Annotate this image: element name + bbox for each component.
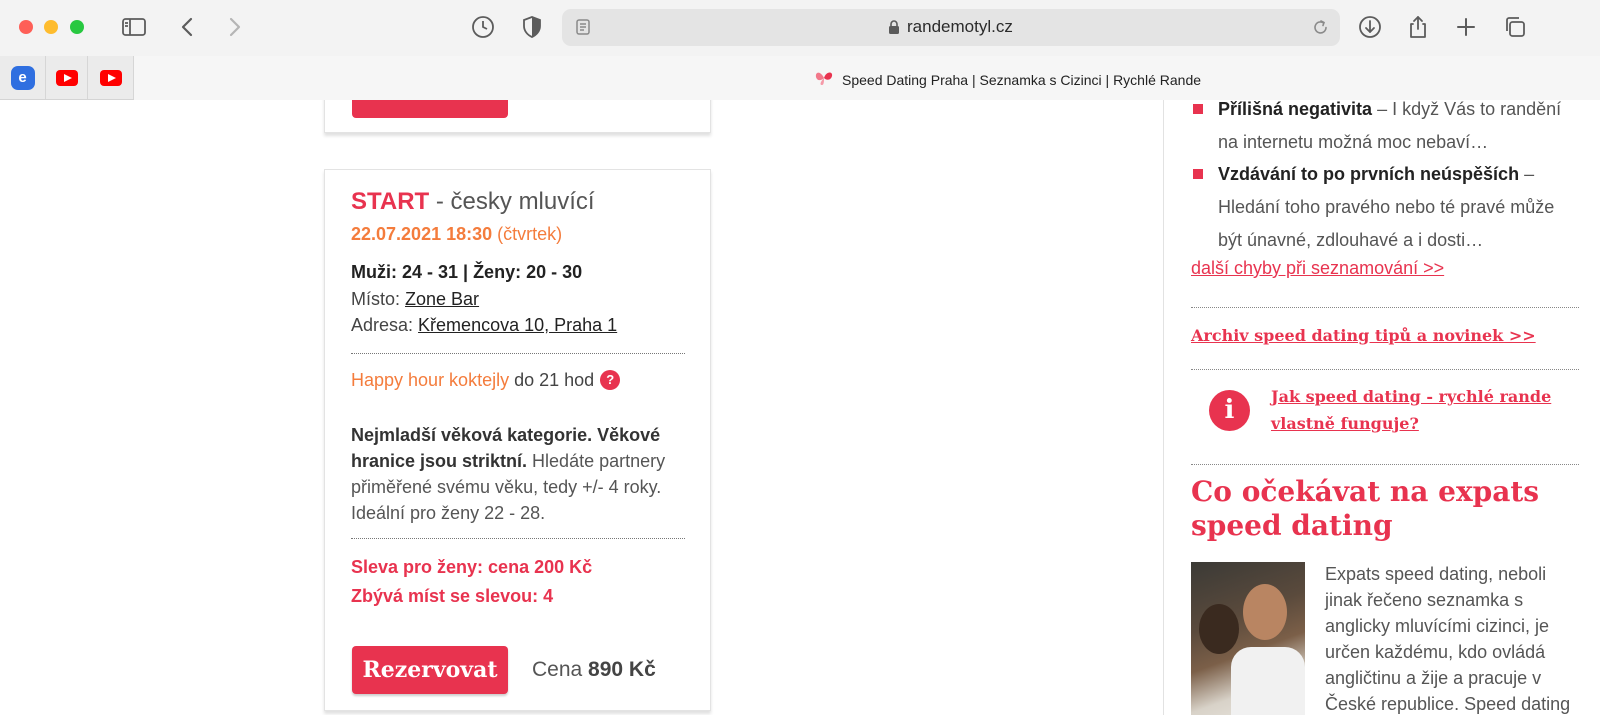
downloads-icon[interactable] bbox=[1357, 14, 1383, 40]
youtube-icon bbox=[99, 69, 122, 86]
back-icon[interactable] bbox=[175, 14, 201, 40]
archive-link[interactable]: Archiv speed dating tipů a novinek >> bbox=[1191, 322, 1536, 349]
venue-link[interactable]: Zone Bar bbox=[405, 289, 479, 309]
share-icon[interactable] bbox=[1405, 14, 1431, 40]
happy-hour-info: Happy hour koktejly do 21 hod? bbox=[351, 370, 621, 391]
divider bbox=[351, 353, 685, 354]
mistake-title: Přílišná negativita bbox=[1218, 100, 1373, 119]
event-date: 22.07.2021 18:30 (čtvrtek) bbox=[351, 224, 562, 245]
previous-reserve-button[interactable] bbox=[352, 100, 508, 118]
bullet-square-icon bbox=[1193, 104, 1203, 114]
discount-spots-left: Zbývá míst se slevou: 4 bbox=[351, 586, 554, 606]
divider bbox=[1191, 307, 1579, 308]
sidebar-separator bbox=[1163, 100, 1164, 715]
event-title-start: START bbox=[351, 188, 430, 215]
happy-hour-link[interactable]: Happy hour koktejly bbox=[351, 370, 509, 390]
address-bar[interactable]: randemotyl.cz bbox=[562, 9, 1340, 46]
how-it-works-link[interactable]: Jak speed dating - rychlé rande vlastně … bbox=[1271, 383, 1571, 437]
price-label: Cena bbox=[532, 658, 589, 681]
new-tab-icon[interactable] bbox=[1453, 14, 1479, 40]
event-address: Adresa: Křemencova 10, Praha 1 bbox=[351, 315, 617, 336]
event-age-ranges: Muži: 24 - 31 | Ženy: 20 - 30 bbox=[351, 262, 583, 282]
privacy-shield-icon[interactable] bbox=[519, 14, 545, 40]
event-venue: Místo: Zone Bar bbox=[351, 289, 479, 310]
tab-bar: e Speed Dating Praha | Seznamka s Cizinc… bbox=[0, 56, 1600, 100]
url-text: randemotyl.cz bbox=[907, 17, 1013, 36]
address-link[interactable]: Křemencova 10, Praha 1 bbox=[418, 315, 617, 335]
info-icon: i bbox=[1209, 390, 1250, 431]
venue-label: Místo: bbox=[351, 289, 406, 309]
event-description: Nejmladší věková kategorie. Věkové hrani… bbox=[351, 422, 696, 526]
lock-icon bbox=[887, 19, 901, 35]
reader-mode-icon[interactable] bbox=[574, 18, 592, 36]
women-discount: Sleva pro ženy: cena 200 Kč bbox=[351, 557, 593, 577]
pinned-tab-elephant[interactable]: e bbox=[0, 56, 46, 99]
event-card: START - česky mluvící 22.07.2021 18:30 (… bbox=[324, 169, 711, 711]
previous-event-card bbox=[324, 100, 711, 133]
divider bbox=[1191, 369, 1579, 370]
happy-hour-time: do 21 hod bbox=[509, 370, 595, 390]
bullet-square-icon bbox=[1193, 169, 1203, 179]
expats-heading: Co očekávat na expats speed dating bbox=[1191, 475, 1540, 542]
zoom-window-button[interactable] bbox=[70, 20, 84, 34]
tab-overview-icon[interactable] bbox=[1502, 14, 1528, 40]
pinned-tab-youtube-1[interactable] bbox=[46, 56, 88, 99]
event-title: START - česky mluvící bbox=[351, 188, 595, 216]
history-clock-icon[interactable] bbox=[470, 14, 496, 40]
event-weekday: (čtvrtek) bbox=[497, 224, 563, 244]
help-question-icon[interactable]: ? bbox=[600, 370, 621, 390]
more-mistakes-link[interactable]: další chyby při seznamování >> bbox=[1191, 258, 1444, 279]
active-tab[interactable]: Speed Dating Praha | Seznamka s Cizinci … bbox=[134, 56, 1600, 100]
address-label: Adresa: bbox=[351, 315, 419, 335]
expats-paragraph: Expats speed dating, neboli jinak řečeno… bbox=[1325, 564, 1571, 714]
mistake-title: Vzdávání to po prvních neúspěších bbox=[1218, 164, 1520, 184]
price-value: 890 Kč bbox=[588, 658, 656, 681]
event-datetime: 22.07.2021 18:30 bbox=[351, 224, 493, 244]
event-title-language: - česky mluvící bbox=[429, 188, 595, 215]
active-tab-title: Speed Dating Praha | Seznamka s Cizinci … bbox=[842, 72, 1202, 88]
forward-icon[interactable] bbox=[221, 14, 247, 40]
youtube-icon bbox=[55, 69, 78, 86]
event-price: Cena 890 Kč bbox=[532, 658, 656, 682]
pinned-tab-youtube-2[interactable] bbox=[88, 56, 134, 99]
minimize-window-button[interactable] bbox=[44, 20, 58, 34]
close-window-button[interactable] bbox=[19, 20, 33, 34]
couple-photo bbox=[1191, 562, 1305, 715]
divider bbox=[351, 538, 685, 539]
web-page: START - česky mluvící 22.07.2021 18:30 (… bbox=[0, 100, 1600, 715]
reserve-button[interactable]: Rezervovat bbox=[352, 646, 508, 694]
divider bbox=[1191, 464, 1579, 465]
reload-icon[interactable] bbox=[1311, 18, 1330, 37]
elephant-app-icon: e bbox=[10, 65, 35, 90]
browser-toolbar: randemotyl.cz bbox=[0, 0, 1600, 56]
sidebar-toggle-icon[interactable] bbox=[121, 14, 147, 40]
butterfly-favicon-icon bbox=[814, 69, 834, 87]
